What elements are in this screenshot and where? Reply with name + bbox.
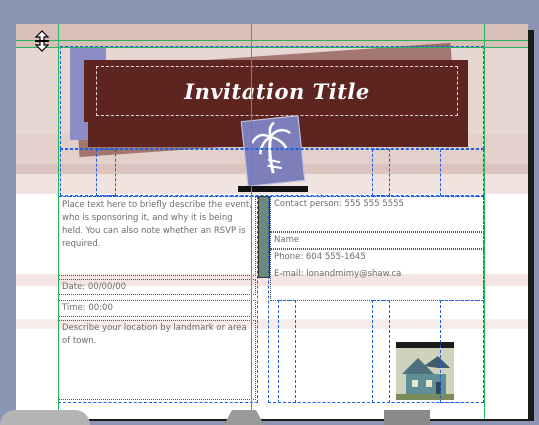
margin-guide-top bbox=[16, 40, 528, 41]
margin-guide-upper bbox=[16, 47, 528, 48]
margin-guide-left bbox=[58, 24, 59, 419]
left-column-frame bbox=[58, 196, 258, 403]
inner-frame-d bbox=[278, 300, 296, 403]
inner-frame-b bbox=[372, 149, 390, 196]
margin-guide-center bbox=[251, 24, 252, 419]
grey-shape-right bbox=[384, 410, 430, 425]
inner-frame-a bbox=[96, 149, 116, 196]
margin-guide-right bbox=[484, 24, 485, 419]
inner-frame-f bbox=[440, 149, 484, 196]
page-top-band bbox=[16, 24, 528, 48]
grey-shape-left bbox=[0, 410, 90, 425]
inner-frame-e bbox=[440, 300, 484, 403]
resize-vertical-cursor-icon bbox=[32, 30, 52, 55]
title-area-frame bbox=[60, 46, 484, 149]
header-row-frame bbox=[60, 149, 484, 196]
inner-frame-c bbox=[372, 300, 390, 403]
